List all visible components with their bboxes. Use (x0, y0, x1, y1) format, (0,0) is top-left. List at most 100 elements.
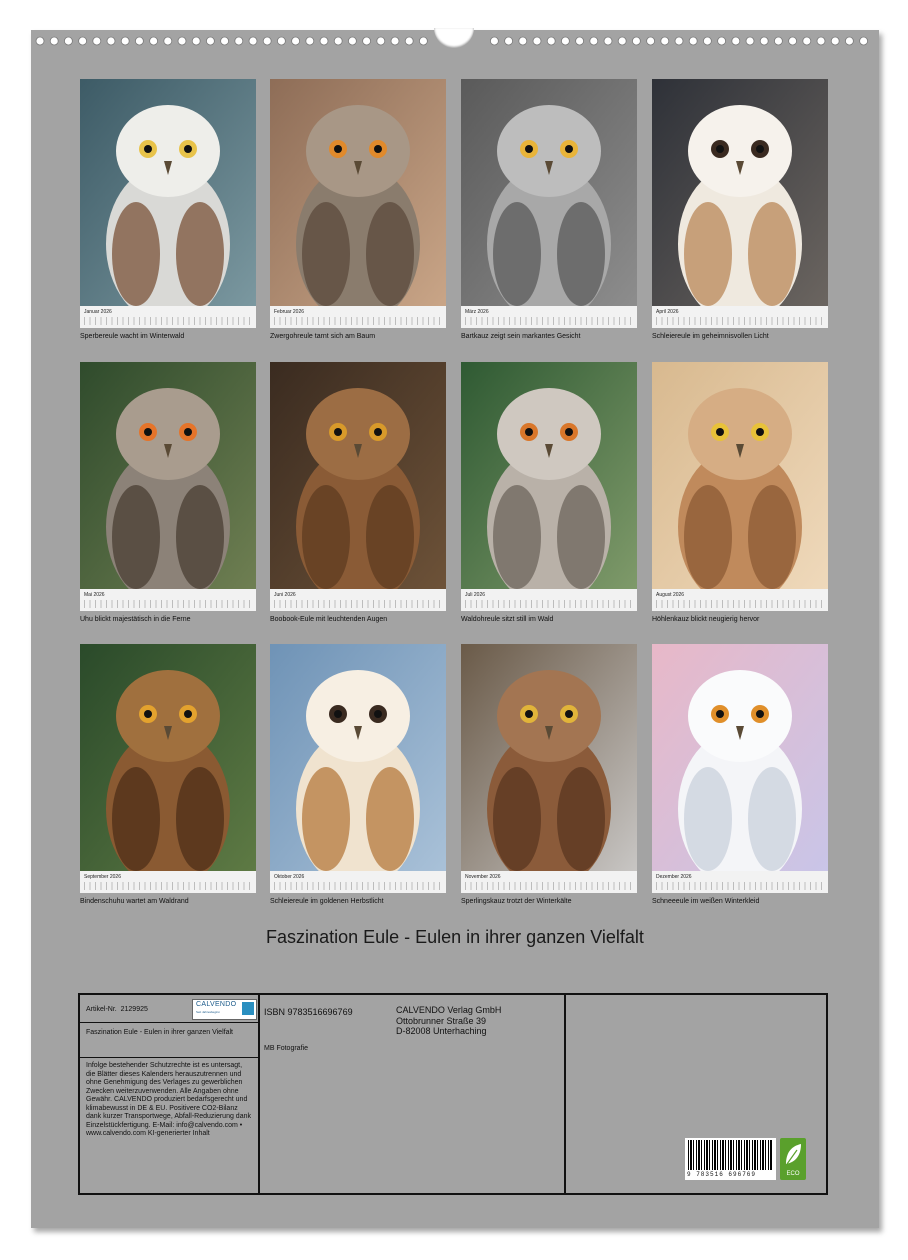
binding-ring (319, 36, 329, 46)
photo-caption: Waldohreule sitzt still im Wald (461, 616, 554, 623)
binding-ring (646, 36, 655, 46)
binding-ring (149, 36, 158, 46)
barcode: 9 783516 696769 (685, 1138, 776, 1180)
binding-ring (745, 36, 755, 46)
binding-ring (575, 36, 584, 46)
binding-ring (376, 36, 386, 46)
binding-ring (234, 36, 244, 46)
calendar-strip: Januar 2026 (80, 306, 256, 328)
photo-caption: Bartkauz zeigt sein markantes Gesicht (461, 333, 581, 340)
divider (258, 995, 260, 1193)
binding-ring (64, 36, 73, 46)
day-grid (274, 600, 442, 608)
binding-ring (603, 36, 613, 46)
binding-ring (163, 36, 173, 46)
day-grid (465, 882, 633, 890)
binding-ring (404, 36, 414, 46)
binding-ring (35, 36, 45, 46)
owl-photo (652, 79, 828, 306)
month-name: Januar 2026 (84, 309, 112, 315)
day-grid (465, 600, 633, 608)
binding-ring (546, 36, 556, 46)
publisher-address: CALVENDO Verlag GmbH Ottobrunner Straße … (396, 1005, 501, 1037)
publisher-city: D-82008 Unterhaching (396, 1026, 487, 1036)
eco-leaf-icon: ECO (780, 1138, 806, 1180)
binding-ring (617, 36, 627, 46)
month-name: Februar 2026 (274, 309, 305, 315)
page-title: Faszination Eule - Eulen in ihrer ganzen… (266, 927, 644, 947)
binding-ring (788, 36, 797, 46)
binding-ring (418, 36, 428, 46)
calendar-sheet: Januar 2026 Sperbereule wacht im Winterw… (31, 28, 879, 1228)
calendar-strip: Februar 2026 (270, 306, 446, 328)
photo-caption: Bindenschuhu wartet am Waldrand (80, 898, 189, 905)
binding-ring (347, 36, 357, 46)
binding-ring (561, 36, 570, 46)
author: MB Fotografie (264, 1045, 308, 1052)
photo-caption: Schneeeule im weißen Winterkleid (652, 898, 760, 905)
calendar-strip: September 2026 (80, 871, 256, 893)
photo-caption: Schleiereule im goldenen Herbstlicht (270, 898, 384, 905)
day-grid (84, 317, 252, 325)
info-box: Artikel-Nr. 2129925 CALVENDO Seit Jahres… (78, 993, 828, 1195)
calendar-strip: Oktober 2026 (270, 871, 446, 893)
publisher-street: Ottobrunner Straße 39 (396, 1015, 487, 1026)
isbn: ISBN 9783516696769 (264, 1007, 353, 1017)
divider (80, 1057, 258, 1058)
binding-ring (504, 36, 514, 46)
owl-photo (270, 79, 446, 306)
binding-ring (191, 36, 201, 46)
calendar-strip: Juni 2026 (270, 589, 446, 611)
divider (80, 1022, 258, 1023)
binding-ring (674, 36, 684, 46)
owl-photo (80, 79, 256, 306)
month-name: Juli 2026 (465, 592, 486, 598)
month-name: Oktober 2026 (274, 874, 305, 880)
legal-text: Infolge bestehender Schutzrechte ist es … (86, 1062, 251, 1137)
binding-ring (532, 36, 542, 46)
binding-ring (333, 36, 343, 46)
owl-photo (652, 644, 828, 871)
binding-ring (106, 36, 116, 46)
binding-ring (802, 36, 812, 46)
day-grid (656, 317, 824, 325)
binding-ring (589, 36, 599, 46)
month-name: Juni 2026 (274, 592, 296, 598)
photo-caption: Zwergohreule tarnt sich am Baum (270, 333, 376, 340)
photo-caption: Sperlingskauz trotzt der Winterkälte (461, 898, 572, 905)
binding-ring (362, 36, 372, 46)
owl-photo (461, 644, 637, 871)
calendar-strip: April 2026 (652, 306, 828, 328)
divider (564, 995, 566, 1193)
calendar-strip: November 2026 (461, 871, 637, 893)
binding-ring (276, 36, 286, 46)
month-name: September 2026 (84, 874, 121, 880)
binding-ring (305, 36, 315, 46)
binding-ring (135, 36, 144, 46)
binding-ring (49, 36, 59, 46)
month-name: August 2026 (656, 592, 685, 598)
binding-ring (120, 36, 130, 46)
day-grid (274, 882, 442, 890)
day-grid (656, 882, 824, 890)
binding-ring (703, 36, 712, 46)
owl-photo (461, 79, 637, 306)
binding-ring (845, 36, 854, 46)
month-name: November 2026 (465, 874, 501, 880)
binding-ring (262, 36, 272, 46)
day-grid (84, 600, 252, 608)
binding-ring (816, 36, 826, 46)
publisher-name: CALVENDO Verlag GmbH (396, 1005, 502, 1015)
binding-ring (830, 36, 840, 46)
owl-photo (80, 644, 256, 871)
binding-ring (78, 36, 87, 46)
calvendo-logo: CALVENDO Seit Jahresbeginn (192, 999, 257, 1020)
binding-ring (774, 36, 783, 46)
binding-ring (205, 36, 215, 46)
month-name: Dezember 2026 (656, 874, 692, 880)
owl-photo (270, 362, 446, 589)
binding-ring (177, 36, 187, 46)
owl-photo (461, 362, 637, 589)
calendar-strip: Dezember 2026 (652, 871, 828, 893)
binding-ring (92, 36, 102, 46)
